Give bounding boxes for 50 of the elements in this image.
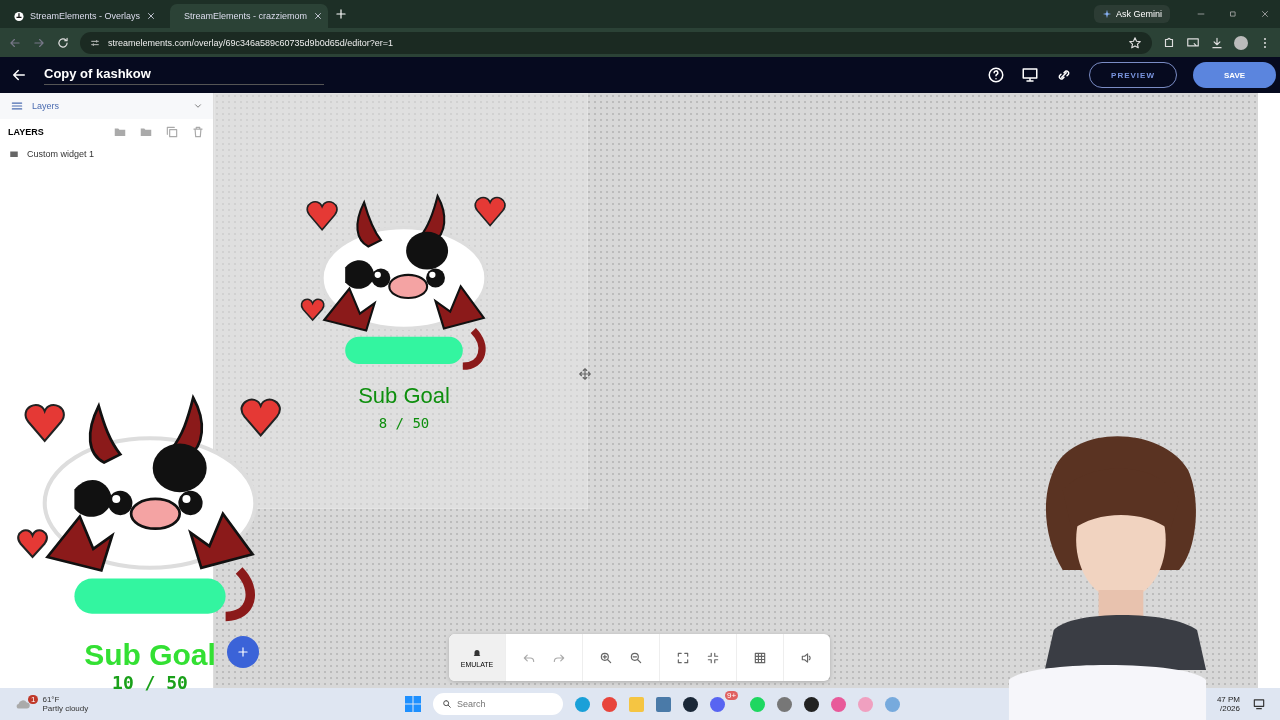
close-icon[interactable] (146, 11, 156, 21)
clock-time[interactable]: 47 PM (1216, 695, 1240, 704)
help-icon[interactable] (987, 66, 1005, 84)
overlay-title-field[interactable]: Copy of kashkow (44, 65, 324, 85)
image-icon (9, 149, 19, 159)
bell-icon (472, 647, 482, 658)
fullscreen-icon[interactable] (676, 650, 690, 665)
download-icon[interactable] (1210, 35, 1224, 50)
notification-badge: 9+ (725, 691, 739, 700)
speaker-icon[interactable] (800, 650, 814, 665)
zoom-out-icon[interactable] (629, 650, 643, 665)
notification-badge: 1 (28, 695, 39, 704)
bookmark-star-icon[interactable] (1128, 35, 1142, 50)
layer-item[interactable]: Custom widget 1 (0, 145, 213, 163)
browser-tab[interactable]: StreamElements - crazziemom (170, 4, 328, 28)
clock-date[interactable]: /2026 (1219, 704, 1240, 713)
exit-fullscreen-icon[interactable] (706, 650, 720, 665)
plus-icon[interactable] (236, 645, 250, 659)
goal-count-text: 8 / 50 (378, 415, 430, 431)
goal-title: Sub Goal (84, 638, 216, 672)
site-logo-icon (14, 10, 24, 22)
menu-icon[interactable] (10, 99, 24, 113)
goal-title: Sub Goal (358, 383, 450, 409)
chevron-down-icon[interactable] (193, 101, 203, 111)
app-icon[interactable] (804, 696, 820, 712)
windows-start-icon[interactable] (405, 696, 421, 712)
monitor-icon[interactable] (1021, 66, 1039, 84)
temperature-text: 61°F (42, 695, 61, 704)
profile-avatar[interactable] (1234, 35, 1248, 50)
close-icon[interactable] (313, 11, 324, 21)
goal-count-text: 10 / 50 (112, 672, 188, 693)
ask-gemini-button[interactable]: Ask Gemini (1094, 5, 1170, 23)
weather-condition-text: Partly cloudy (42, 704, 89, 713)
save-button[interactable]: SAVE (1193, 62, 1276, 88)
address-bar[interactable]: streamelements.com/overlay/69c346a589c60735d9b0d65d/editor?er=1 (80, 31, 1152, 54)
layers-dropdown[interactable]: Layers (0, 93, 213, 119)
browser-tab[interactable]: StreamElements - Overlays (6, 4, 164, 28)
site-settings-icon[interactable] (90, 37, 100, 48)
taskbar-search-field[interactable]: Search (433, 693, 563, 715)
grid-icon[interactable] (753, 650, 767, 665)
layers-heading: LAYERS (8, 127, 44, 137)
sparkle-icon (1102, 9, 1112, 19)
restore-icon[interactable] (1228, 9, 1238, 19)
reload-icon[interactable] (56, 35, 70, 50)
search-icon (442, 699, 452, 709)
new-tab-icon[interactable] (334, 7, 348, 21)
zoom-in-icon[interactable] (599, 650, 613, 665)
close-icon[interactable] (1260, 9, 1270, 19)
screen-search-icon[interactable] (1186, 35, 1200, 50)
move-cursor-icon (578, 367, 592, 381)
